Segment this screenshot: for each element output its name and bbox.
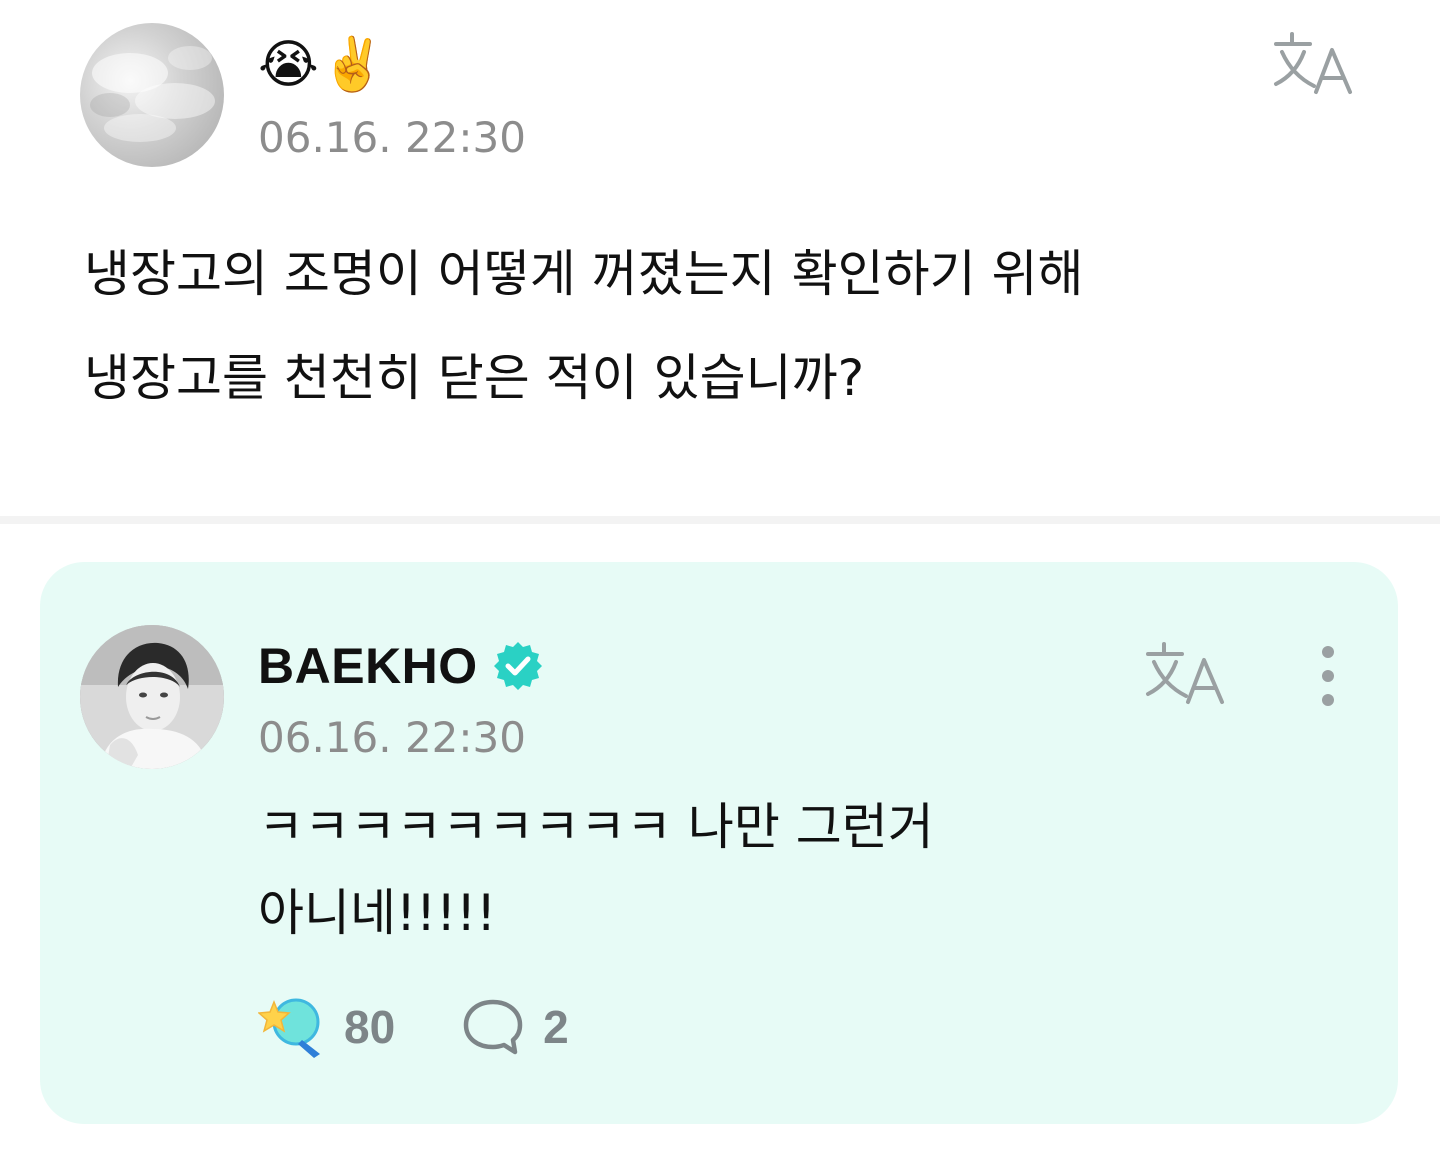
comment-author-row: BAEKHO	[258, 634, 544, 698]
star-lightstick-icon	[258, 998, 320, 1058]
comment-reactions: 80 2	[258, 994, 569, 1060]
cloud-avatar-image	[90, 46, 215, 142]
like-count: 80	[344, 1001, 396, 1053]
reply-count: 2	[543, 1001, 569, 1053]
speech-bubble-icon	[463, 999, 523, 1055]
comment-body-line: 아니네!!!!!	[258, 884, 497, 942]
artist-comment-card: BAEKHO 06.16. 22:30 ㅋㅋㅋㅋㅋㅋㅋㅋㅋ 나만 그런거 아니네…	[40, 562, 1398, 1124]
comment-translate-button[interactable]	[1144, 638, 1234, 708]
comment-more-button[interactable]	[1308, 642, 1348, 710]
comment-timestamp: 06.16. 22:30	[258, 713, 526, 762]
comment-body-line: ㅋㅋㅋㅋㅋㅋㅋㅋㅋ 나만 그런거	[258, 798, 934, 856]
like-button[interactable]: 80	[258, 994, 395, 1060]
more-vertical-icon-dot	[1322, 694, 1334, 706]
post-translate-button[interactable]	[1272, 28, 1362, 98]
fan-post: 😭✌️ 06.16. 22:30 냉장고의 조명이 어떻게 꺼졌는지 확인하기 …	[0, 0, 1440, 520]
fan-post-page: 😭✌️ 06.16. 22:30 냉장고의 조명이 어떻게 꺼졌는지 확인하기 …	[0, 0, 1440, 1158]
more-vertical-icon-dot	[1322, 670, 1334, 682]
reply-button[interactable]: 2	[461, 994, 569, 1060]
translate-icon	[1146, 642, 1224, 704]
comment-body: ㅋㅋㅋㅋㅋㅋㅋㅋㅋ 나만 그런거 아니네!!!!!	[258, 784, 1338, 956]
post-body-line: 냉장고를 천천히 닫은 적이 있습니까?	[84, 349, 865, 407]
post-author-avatar[interactable]	[80, 23, 224, 167]
post-body-line: 냉장고의 조명이 어떻게 꺼졌는지 확인하기 위해	[84, 245, 1084, 303]
post-timestamp: 06.16. 22:30	[258, 113, 526, 162]
post-body: 냉장고의 조명이 어떻게 꺼졌는지 확인하기 위해 냉장고를 천천히 닫은 적이…	[84, 222, 1364, 430]
more-vertical-icon	[1322, 646, 1334, 658]
section-divider	[0, 516, 1440, 524]
artist-photo-avatar	[80, 625, 224, 769]
translate-icon	[1274, 32, 1352, 94]
post-author-emoji-name: 😭✌️	[258, 35, 388, 95]
comment-author-avatar[interactable]	[80, 625, 224, 769]
verified-badge-icon	[493, 642, 542, 690]
comment-author-name[interactable]: BAEKHO	[258, 634, 478, 698]
